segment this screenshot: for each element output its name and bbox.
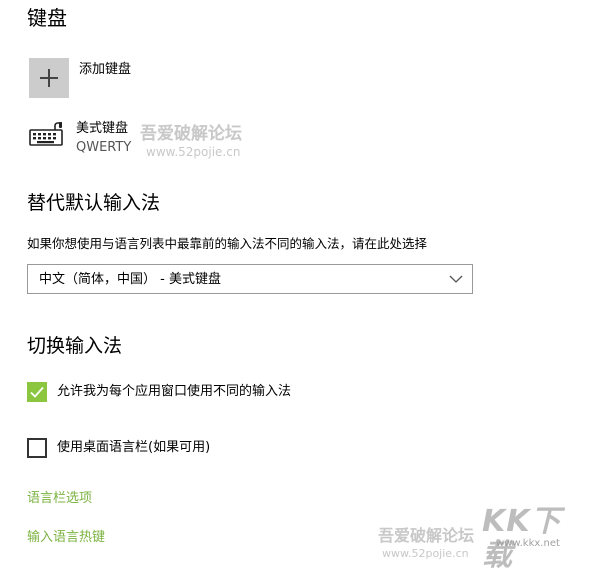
- input-hotkeys-link[interactable]: 输入语言热键: [27, 529, 105, 547]
- watermark-bottom-text: 吾爱破解论坛: [378, 526, 475, 545]
- add-keyboard-label: 添加键盘: [79, 62, 132, 77]
- switch-input-heading: 切换输入法: [27, 335, 123, 357]
- desktop-language-bar-checkbox[interactable]: [27, 438, 47, 458]
- per-app-input-checkbox[interactable]: [27, 382, 47, 402]
- watermark-top-url: www.52pojie.cn: [146, 145, 241, 159]
- keyboard-icon: [29, 122, 63, 146]
- default-input-dropdown[interactable]: 中文（简体，中国） - 美式键盘: [27, 264, 473, 294]
- per-app-input-label: 允许我为每个应用窗口使用不同的输入法: [57, 384, 292, 399]
- keyboard-name: 美式键盘: [76, 121, 129, 136]
- watermark-top-text: 吾爱破解论坛: [140, 124, 242, 144]
- default-input-selected: 中文（简体，中国） - 美式键盘: [39, 272, 221, 287]
- default-input-heading: 替代默认输入法: [27, 192, 161, 214]
- watermark-bottom-url: www.52pojie.cn: [382, 547, 469, 560]
- keyboards-heading: 键盘: [27, 6, 67, 30]
- desktop-language-bar-label: 使用桌面语言栏(如果可用): [57, 440, 211, 455]
- plus-icon: [29, 58, 69, 98]
- keyboard-layout: QWERTY: [76, 140, 132, 155]
- language-bar-options-link[interactable]: 语言栏选项: [27, 490, 92, 508]
- per-app-input-option[interactable]: 允许我为每个应用窗口使用不同的输入法: [27, 382, 347, 404]
- desktop-language-bar-option[interactable]: 使用桌面语言栏(如果可用): [27, 438, 247, 460]
- kk-watermark-logo: KK下载 www.kkx.net: [482, 505, 590, 573]
- kk-watermark-url: www.kkx.net: [496, 538, 560, 549]
- checkmark-icon: [30, 386, 44, 398]
- add-keyboard-button[interactable]: 添加键盘: [29, 58, 249, 100]
- default-input-description: 如果你想使用与语言列表中最靠前的输入法不同的输入法，请在此处选择: [27, 236, 428, 251]
- chevron-down-icon: [449, 275, 463, 283]
